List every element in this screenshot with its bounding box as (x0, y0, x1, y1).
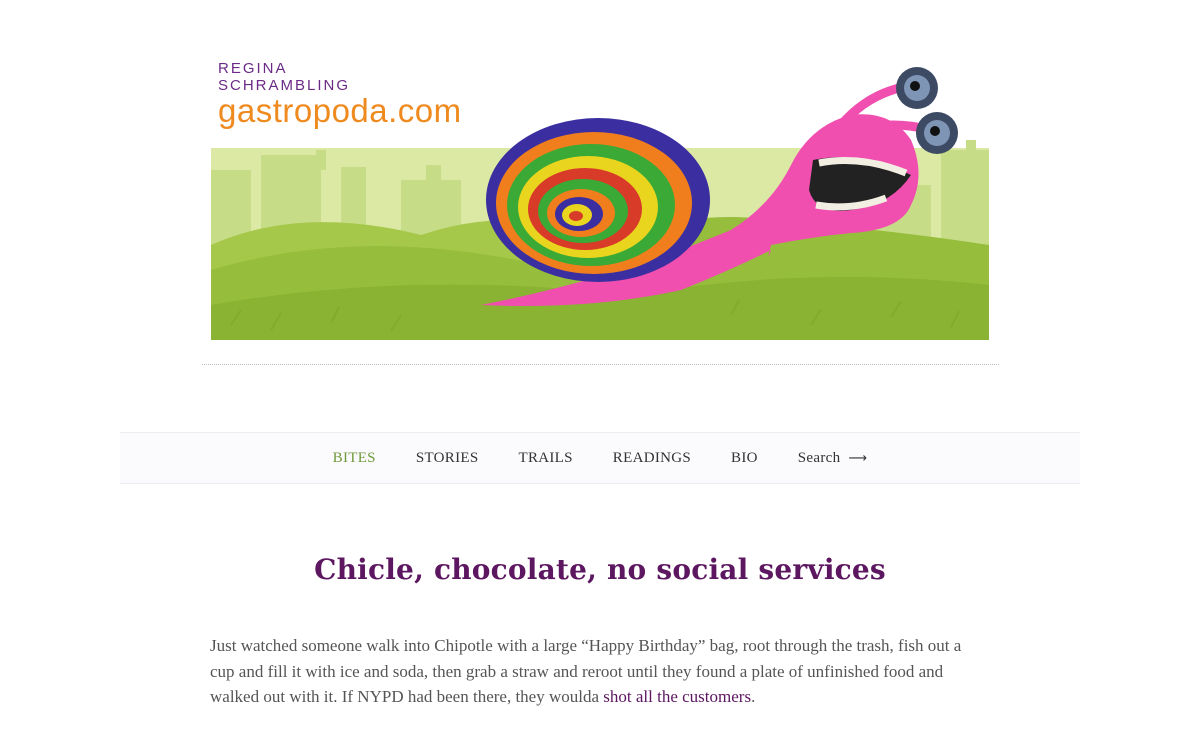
post-body-text: Just watched someone walk into Chipotle … (210, 636, 962, 706)
site-brand[interactable]: REGINA SCHRAMBLING gastropoda.com (218, 60, 518, 128)
brand-name-first: REGINA (218, 60, 288, 77)
post-inline-link[interactable]: shot all the customers (603, 687, 751, 706)
nav-item-stories[interactable]: STORIES (416, 450, 479, 467)
post-body: Just watched someone walk into Chipotle … (210, 633, 990, 710)
header-divider (202, 364, 999, 365)
nav-list: BITES STORIES TRAILS READINGS BIO Search… (120, 433, 1080, 483)
brand-domain: gastropoda.com (218, 92, 462, 129)
nav-item-bites[interactable]: BITES (333, 450, 376, 467)
post-body-end: . (751, 687, 756, 706)
nav-item-readings[interactable]: READINGS (613, 450, 691, 467)
nav-search-toggle[interactable]: Search ⟶ (798, 450, 868, 467)
arrow-right-icon: ⟶ (848, 450, 868, 466)
post-title[interactable]: Chicle, chocolate, no social services (0, 553, 1200, 586)
search-label: Search (797, 449, 841, 466)
main-nav: BITES STORIES TRAILS READINGS BIO Search… (120, 432, 1080, 484)
nav-item-bio[interactable]: BIO (731, 450, 758, 467)
nav-item-trails[interactable]: TRAILS (518, 450, 572, 467)
